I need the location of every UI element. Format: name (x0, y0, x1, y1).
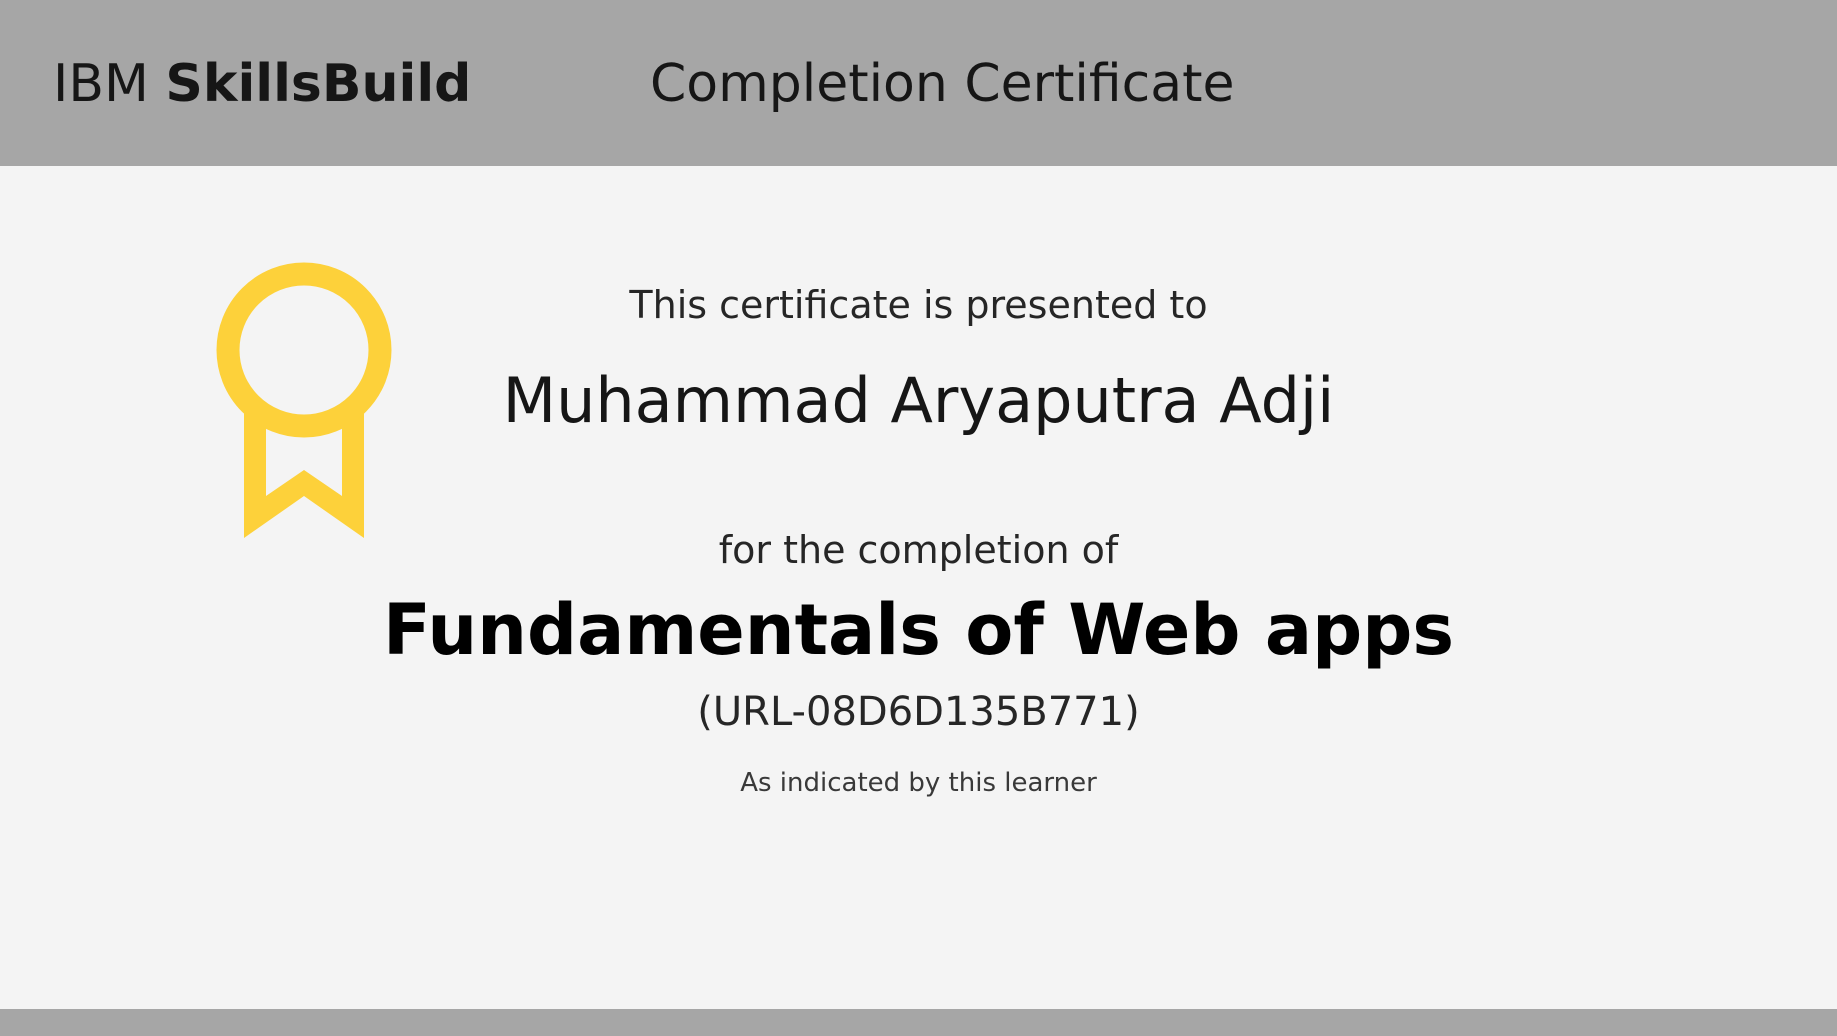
brand-ibm: IBM (53, 54, 149, 114)
presented-to-label: This certificate is presented to (629, 283, 1208, 327)
brand-logo: IBM SkillsBuild (53, 54, 471, 114)
course-title: Fundamentals of Web apps (382, 589, 1455, 671)
course-code: (URL-08D6D135B771) (697, 689, 1140, 735)
certificate-header: IBM SkillsBuild Completion Certificate (0, 0, 1837, 166)
completion-label: for the completion of (718, 528, 1119, 572)
brand-skillsbuild: SkillsBuild (165, 54, 472, 114)
footer-bar (0, 1009, 1837, 1036)
learner-note: As indicated by this learner (740, 768, 1097, 798)
header-title: Completion Certificate (650, 54, 1235, 114)
recipient-name: Muhammad Aryaputra Adji (502, 364, 1335, 437)
